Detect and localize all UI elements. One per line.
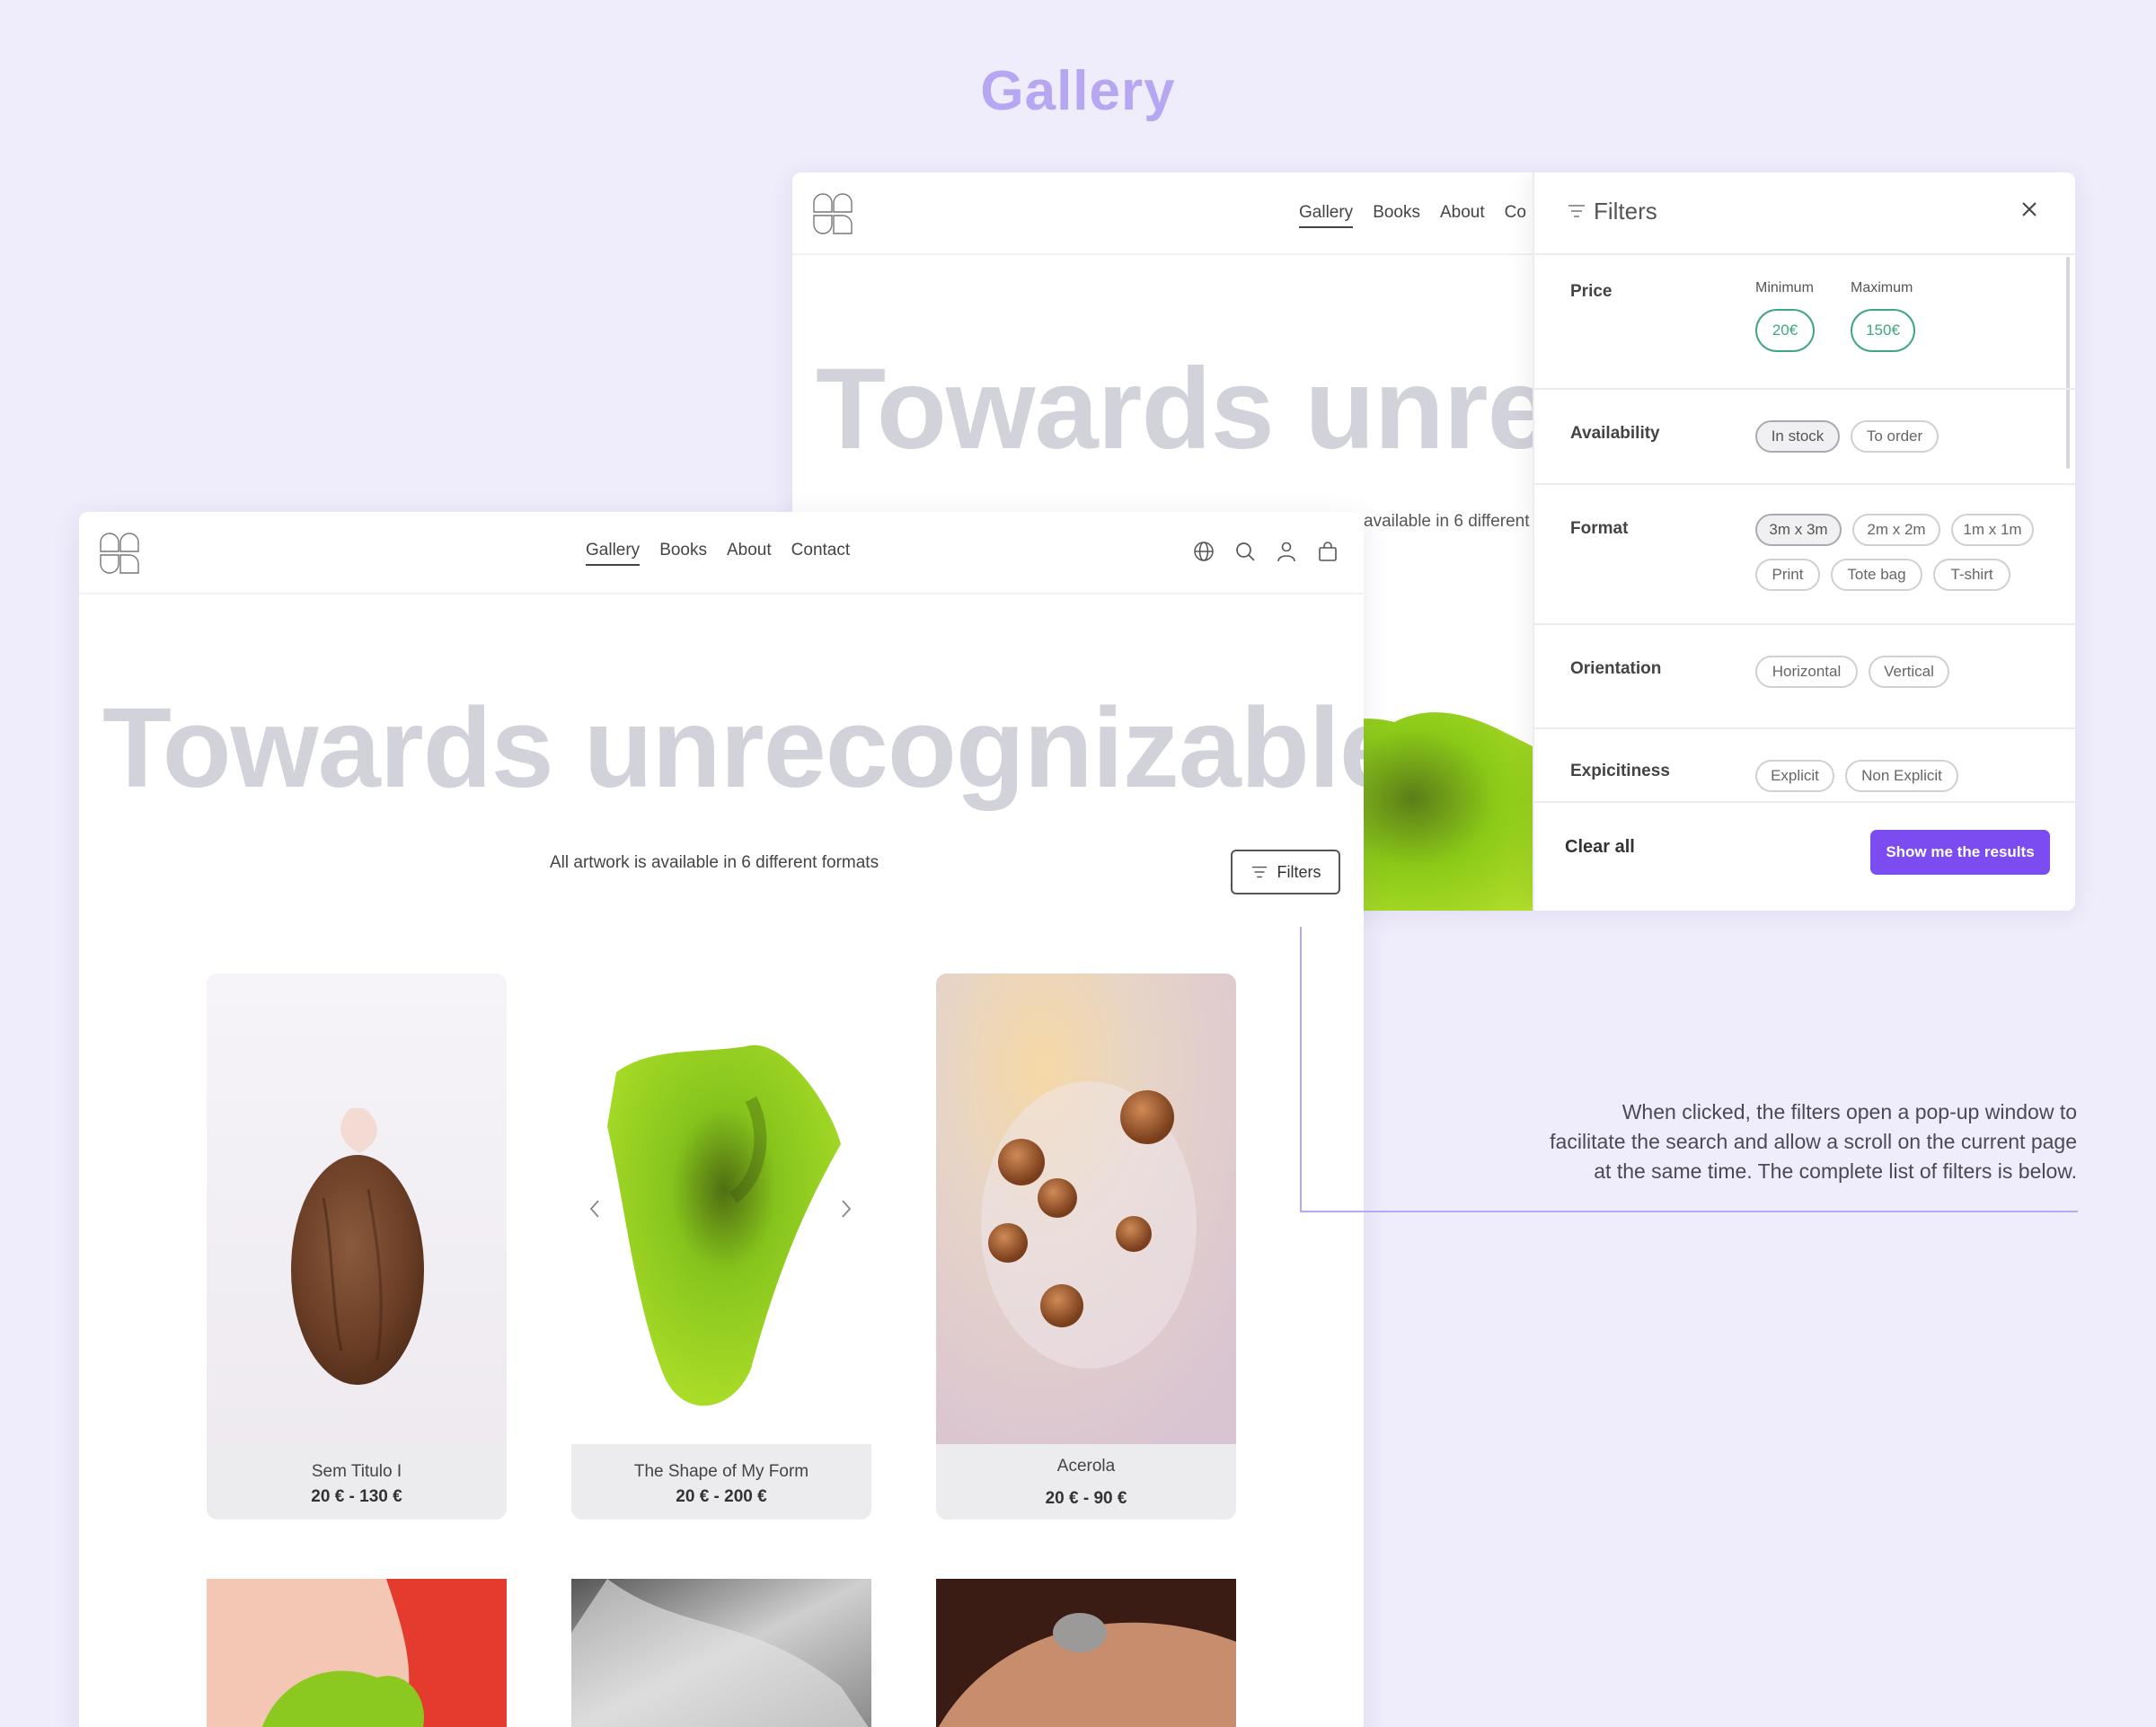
chip-print[interactable]: Print bbox=[1755, 559, 1820, 591]
filter-icon bbox=[1568, 205, 1585, 217]
clear-all-button[interactable]: Clear all bbox=[1565, 837, 1635, 858]
nav-gallery[interactable]: Gallery bbox=[586, 541, 641, 566]
product-title: Sem Titulo I bbox=[311, 1462, 402, 1481]
price-section: Price Minimum Maximum 20€ 150€ bbox=[1534, 257, 2075, 390]
hero-title: Towards unrecognizable bbox=[102, 684, 1364, 811]
annotation-line: facilitate the search and allow a scroll… bbox=[1550, 1130, 2077, 1153]
explicitness-section: Expicitiness Explicit Non Explicit bbox=[1534, 729, 2075, 803]
product-card[interactable]: Sem Titulo I 20 € - 130 € bbox=[207, 974, 507, 1520]
logo[interactable] bbox=[99, 532, 140, 575]
nav-about[interactable]: About bbox=[727, 541, 772, 566]
minimum-label: Minimum bbox=[1755, 280, 1814, 295]
top-nav: Gallery Books About Contact bbox=[79, 512, 1364, 595]
search-icon[interactable] bbox=[1234, 541, 1256, 562]
filters-button-label: Filters bbox=[1277, 862, 1321, 881]
bag-icon[interactable] bbox=[1317, 541, 1339, 562]
chip-1m[interactable]: 1m x 1m bbox=[1951, 514, 2034, 546]
product-price: 20 € - 90 € bbox=[1045, 1489, 1127, 1508]
orientation-section: Orientation Horizontal Vertical bbox=[1534, 625, 2075, 729]
chip-vertical[interactable]: Vertical bbox=[1869, 656, 1949, 688]
product-image bbox=[571, 974, 871, 1444]
globe-icon[interactable] bbox=[1193, 541, 1215, 562]
filter-header: Filters bbox=[1534, 172, 2075, 255]
nav-icons bbox=[1193, 541, 1339, 562]
product-card[interactable]: Acerola 20 € - 90 € bbox=[936, 974, 1236, 1520]
annotation-line: at the same time. The complete list of f… bbox=[1594, 1159, 2077, 1183]
chip-t-shirt[interactable]: T-shirt bbox=[1933, 559, 2010, 591]
product-card[interactable]: The Shape of My Form 20 € - 200 € bbox=[571, 974, 871, 1520]
annotation-text: When clicked, the filters open a pop-up … bbox=[1484, 1097, 2077, 1186]
nav-contact-truncated[interactable]: Co bbox=[1505, 203, 1526, 228]
front-window: Gallery Books About Contact Towards unre… bbox=[79, 512, 1364, 1727]
product-image[interactable] bbox=[571, 1579, 871, 1727]
filter-panel: Filters Price Minimum Maximum 20€ 150€ A… bbox=[1533, 172, 2075, 911]
nav-links: Gallery Books About Contact bbox=[586, 541, 850, 566]
logo[interactable] bbox=[812, 192, 853, 235]
chevron-left-icon[interactable] bbox=[588, 1198, 602, 1220]
product-price: 20 € - 130 € bbox=[311, 1487, 402, 1506]
chip-explicit[interactable]: Explicit bbox=[1755, 760, 1834, 792]
nav-books[interactable]: Books bbox=[1373, 203, 1420, 228]
orientation-label: Orientation bbox=[1570, 659, 1662, 678]
chip-3m[interactable]: 3m x 3m bbox=[1755, 514, 1842, 546]
hero-subtitle: available in 6 different bbox=[1364, 512, 1530, 531]
hero-title: Towards unrec bbox=[816, 345, 1614, 473]
maximum-label: Maximum bbox=[1851, 280, 1913, 295]
chevron-right-icon[interactable] bbox=[839, 1198, 853, 1220]
filters-button[interactable]: Filters bbox=[1231, 850, 1340, 894]
price-max-input[interactable]: 150€ bbox=[1851, 309, 1915, 352]
product-title: The Shape of My Form bbox=[633, 1462, 809, 1481]
nav-gallery[interactable]: Gallery bbox=[1299, 203, 1354, 228]
filter-title: Filters bbox=[1594, 198, 1657, 225]
product-image[interactable] bbox=[207, 1579, 507, 1727]
hero-subtitle: All artwork is available in 6 different … bbox=[550, 853, 879, 872]
user-icon[interactable] bbox=[1276, 541, 1297, 562]
product-image[interactable] bbox=[936, 1579, 1236, 1727]
nav-books[interactable]: Books bbox=[659, 541, 707, 566]
chip-horizontal[interactable]: Horizontal bbox=[1755, 656, 1858, 688]
product-image bbox=[936, 974, 1236, 1444]
close-icon[interactable] bbox=[2018, 198, 2041, 221]
price-label: Price bbox=[1570, 282, 1613, 301]
chip-tote-bag[interactable]: Tote bag bbox=[1831, 559, 1922, 591]
filter-icon bbox=[1251, 866, 1267, 878]
annotation-connector bbox=[1300, 927, 1302, 1212]
annotation-underline bbox=[1300, 1211, 2078, 1212]
chip-to-order[interactable]: To order bbox=[1851, 420, 1939, 453]
product-image bbox=[207, 974, 507, 1444]
product-price: 20 € - 200 € bbox=[676, 1487, 767, 1506]
availability-label: Availability bbox=[1570, 424, 1660, 443]
chip-non-explicit[interactable]: Non Explicit bbox=[1845, 760, 1958, 792]
price-min-input[interactable]: 20€ bbox=[1755, 309, 1815, 352]
format-section: Format 3m x 3m 2m x 2m 1m x 1m Print Tot… bbox=[1534, 485, 2075, 625]
annotation-line: When clicked, the filters open a pop-up … bbox=[1621, 1100, 2077, 1123]
chip-in-stock[interactable]: In stock bbox=[1755, 420, 1840, 453]
nav-links: Gallery Books About Co bbox=[1299, 203, 1526, 228]
show-results-button[interactable]: Show me the results bbox=[1870, 830, 2050, 875]
format-label: Format bbox=[1570, 519, 1629, 538]
page-heading: Gallery bbox=[980, 60, 1176, 122]
explicitness-label: Expicitiness bbox=[1570, 762, 1670, 780]
nav-about[interactable]: About bbox=[1440, 203, 1485, 228]
chip-2m[interactable]: 2m x 2m bbox=[1852, 514, 1940, 546]
nav-contact[interactable]: Contact bbox=[791, 541, 850, 566]
product-title: Acerola bbox=[1056, 1457, 1116, 1476]
availability-section: Availability In stock To order bbox=[1534, 390, 2075, 485]
